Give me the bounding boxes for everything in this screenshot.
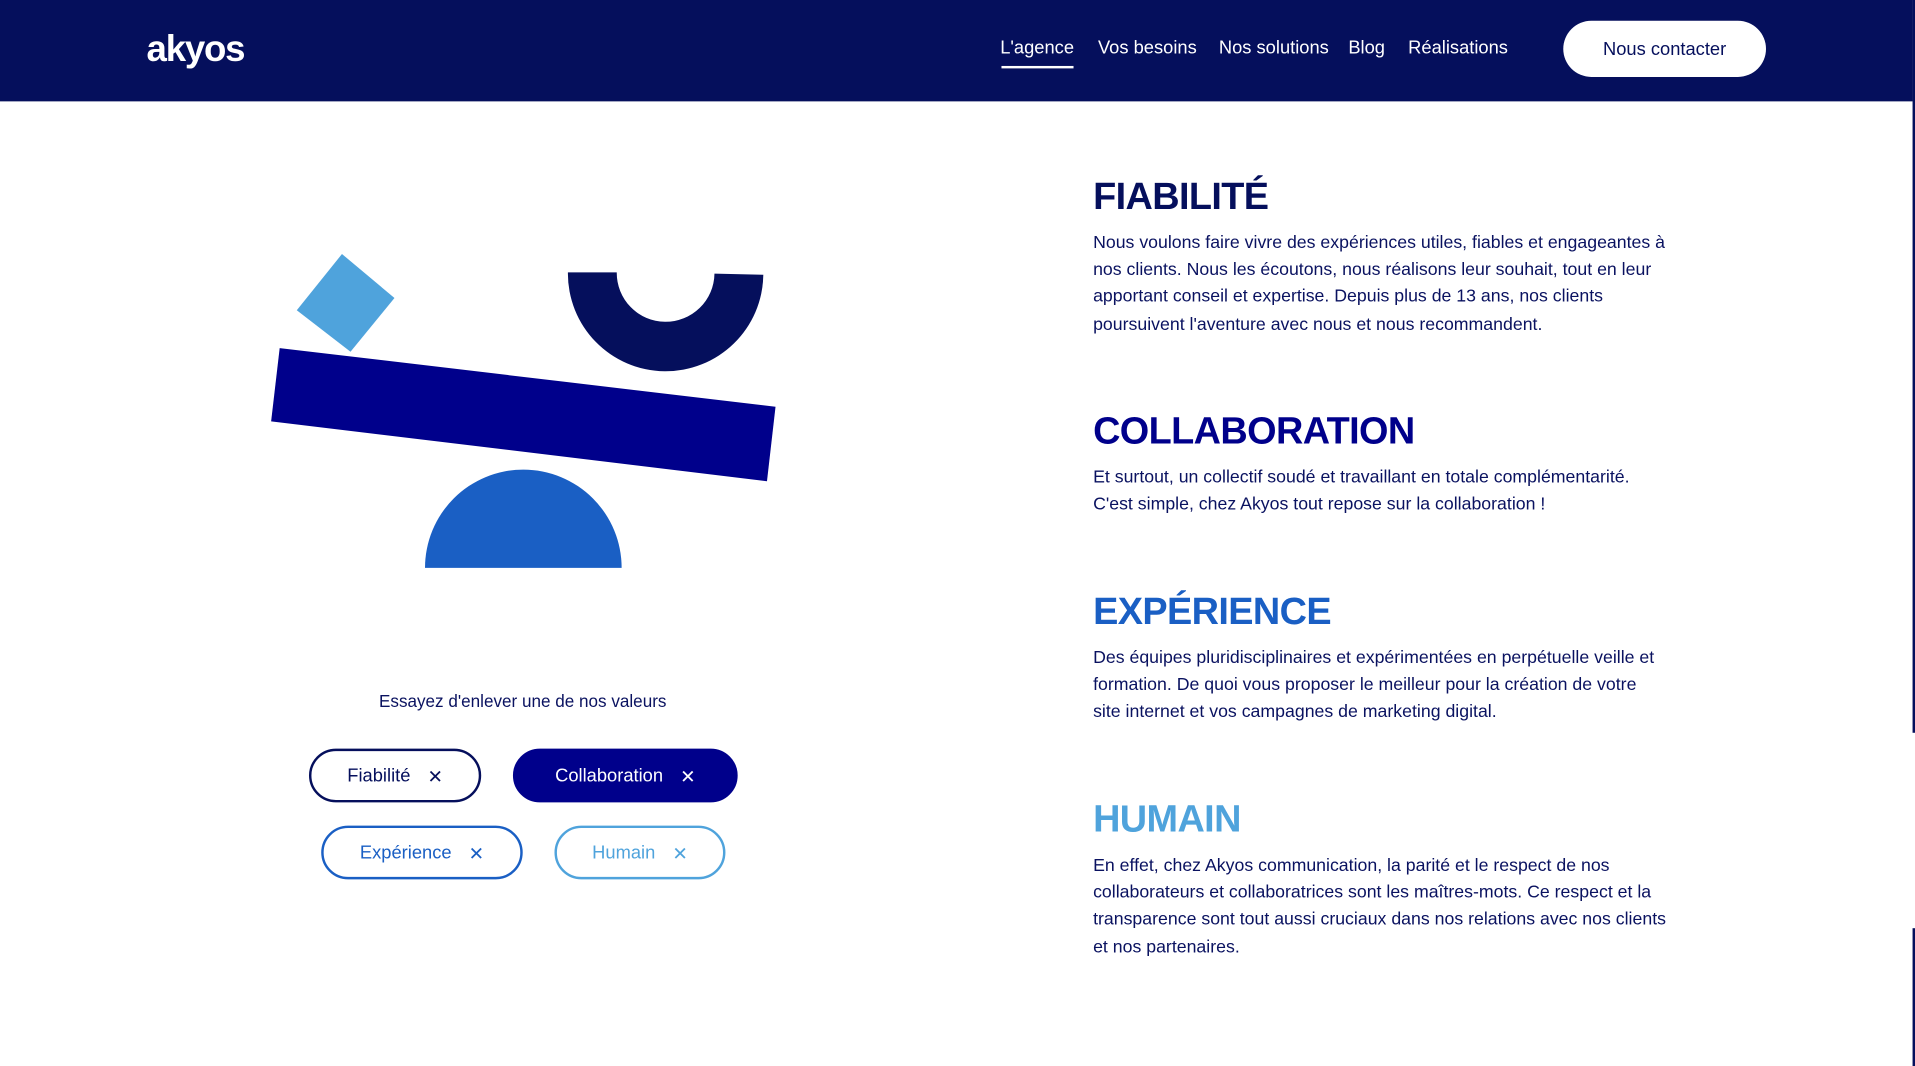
pill-label: Expérience [359, 842, 452, 863]
header: akyos L'agence Vos besoins Nos solutions… [0, 0, 1913, 102]
plank-shape [271, 348, 776, 482]
nav-vos-besoins[interactable]: Vos besoins [1098, 38, 1197, 59]
nav-realisations[interactable]: Réalisations [1408, 38, 1508, 59]
nav-blog[interactable]: Blog [1348, 38, 1385, 59]
pill-label: Collaboration [555, 765, 664, 786]
diamond-shape [296, 254, 395, 352]
close-icon[interactable]: ✕ [428, 766, 443, 788]
value-text: Et surtout, un collectif soudé et travai… [1093, 467, 1630, 515]
value-text: Nous voulons faire vivre des expériences… [1093, 233, 1666, 335]
value-text: Des équipes pluridisciplinaires et expér… [1093, 648, 1655, 723]
value-experience: EXPÉRIENCE Des équipes pluridisciplinaire… [1093, 590, 1667, 726]
value-title: FIABILITÉ [1093, 174, 1269, 218]
close-icon[interactable]: ✕ [680, 766, 695, 788]
nav-nos-solutions[interactable]: Nos solutions [1219, 38, 1329, 59]
contact-button[interactable]: Nous contacter [1563, 20, 1766, 77]
pill-label: Fiabilité [347, 765, 411, 786]
pill-fiabilite[interactable]: Fiabilité ✕ [308, 748, 482, 803]
balance-illustration [271, 254, 776, 568]
close-icon[interactable]: ✕ [469, 843, 484, 865]
half-circle-shape [425, 469, 622, 568]
pill-experience[interactable]: Expérience ✕ [321, 825, 523, 880]
hint-text: Essayez d'enlever une de nos valeurs [378, 691, 667, 711]
half-ring-shape [567, 272, 764, 372]
value-title: EXPÉRIENCE [1093, 589, 1332, 633]
pill-collaboration[interactable]: Collaboration ✕ [512, 748, 738, 803]
pill-label: Humain [592, 842, 656, 863]
nav-lagence[interactable]: L'agence [1000, 38, 1075, 69]
value-humain: HUMAIN En effet, chez Akyos communication… [1093, 798, 1667, 961]
value-collaboration: COLLABORATION Et surtout, un collectif so… [1093, 409, 1667, 518]
value-title: COLLABORATION [1093, 409, 1415, 452]
value-fiabilite: FIABILITÉ Nous voulons faire vivre des ex… [1093, 175, 1667, 338]
logo[interactable]: akyos [147, 29, 246, 71]
close-icon[interactable]: ✕ [672, 843, 687, 865]
value-text: En effet, chez Akyos communication, la p… [1093, 856, 1666, 958]
pill-humain[interactable]: Humain ✕ [554, 825, 726, 880]
value-title: HUMAIN [1093, 797, 1241, 841]
